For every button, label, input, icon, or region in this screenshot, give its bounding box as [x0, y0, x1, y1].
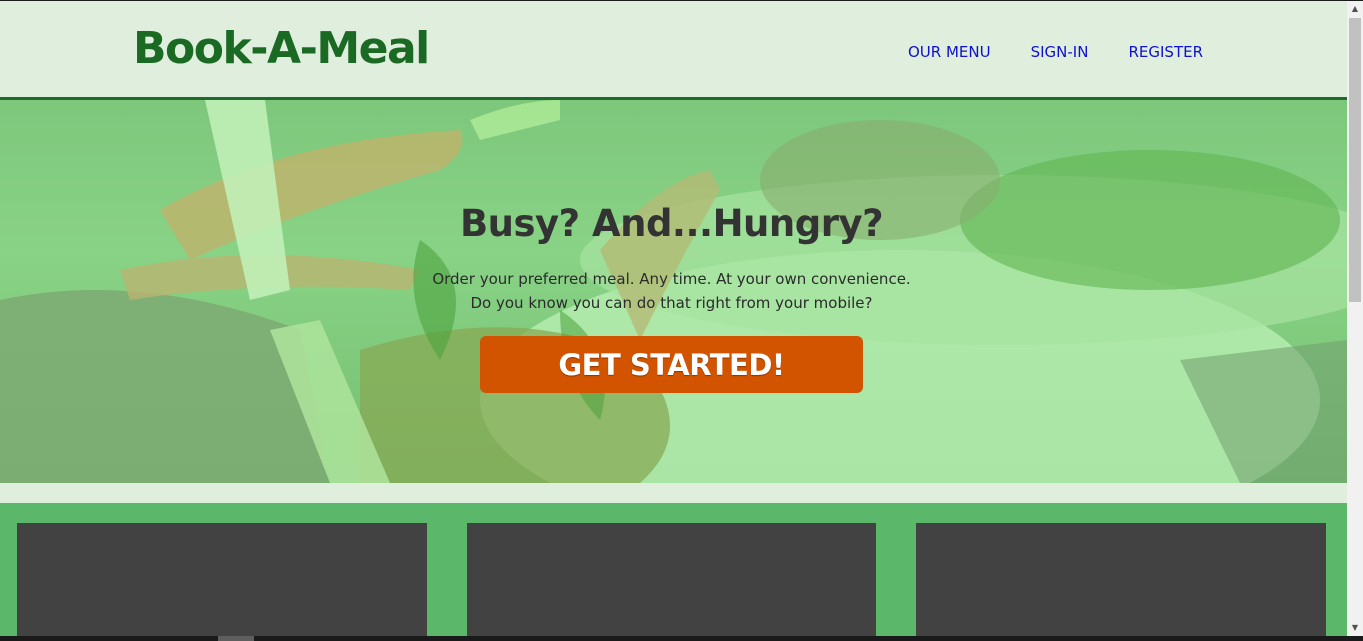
scroll-up-arrow-icon[interactable]: ▲: [1347, 1, 1363, 17]
meal-cards-section: [0, 503, 1347, 636]
nav-link-our-menu[interactable]: OUR MENU: [908, 43, 991, 61]
hero-content: Busy? And...Hungry? Order your preferred…: [0, 100, 1347, 483]
page: Book-A-Meal OUR MENU SIGN-IN REGISTER Bu…: [0, 0, 1363, 641]
brand-logo[interactable]: Book-A-Meal: [133, 21, 430, 77]
hero-subtitle-line-1: Order your preferred meal. Any time. At …: [432, 270, 911, 288]
hero-section: Busy? And...Hungry? Order your preferred…: [0, 100, 1347, 483]
main-nav: OUR MENU SIGN-IN REGISTER: [908, 43, 1203, 61]
horizontal-scrollbar[interactable]: [0, 636, 1363, 641]
nav-link-register[interactable]: REGISTER: [1128, 43, 1203, 61]
hero-subtitle-line-2: Do you know you can do that right from y…: [470, 294, 873, 312]
get-started-button[interactable]: GET STARTED!: [480, 336, 863, 393]
meal-card[interactable]: [916, 523, 1326, 636]
meal-card[interactable]: [17, 523, 427, 636]
section-divider: [0, 483, 1347, 503]
vertical-scrollbar[interactable]: ▲ ▼: [1347, 1, 1363, 636]
horizontal-scrollbar-thumb[interactable]: [218, 636, 254, 641]
site-header: Book-A-Meal OUR MENU SIGN-IN REGISTER: [0, 1, 1347, 100]
hero-headline: Busy? And...Hungry?: [459, 202, 884, 245]
nav-link-sign-in[interactable]: SIGN-IN: [1031, 43, 1089, 61]
vertical-scrollbar-thumb[interactable]: [1349, 18, 1361, 302]
scroll-down-arrow-icon[interactable]: ▼: [1347, 620, 1363, 636]
meal-card[interactable]: [467, 523, 876, 636]
